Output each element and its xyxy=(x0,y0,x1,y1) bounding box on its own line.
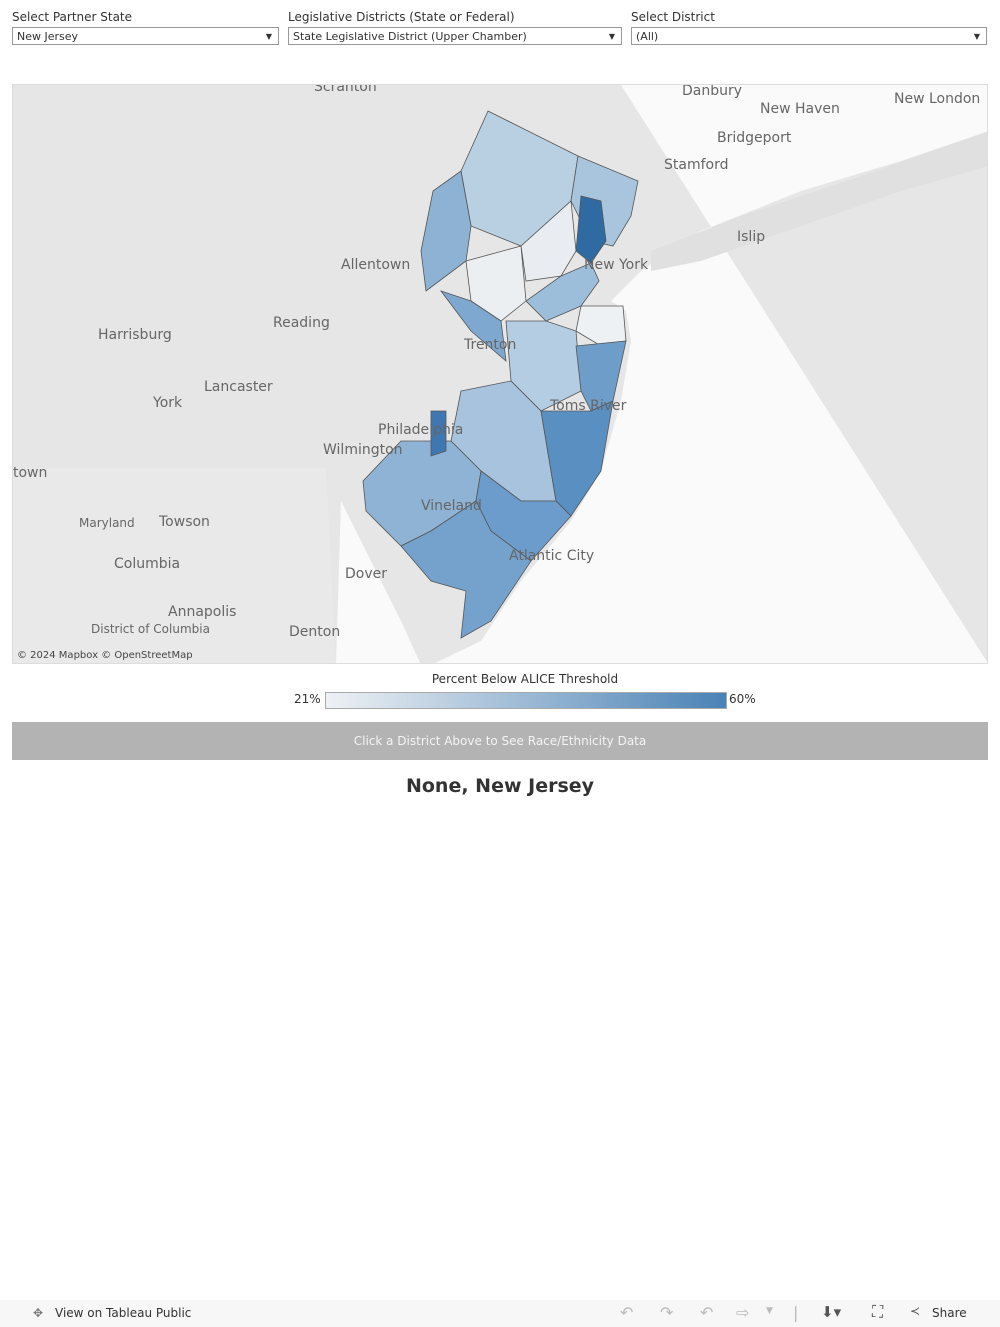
selection-title: None, New Jersey xyxy=(405,775,595,797)
partner-state-dropdown[interactable]: New Jersey ▼ xyxy=(12,27,279,45)
partner-state-filter: Select Partner State New Jersey ▼ xyxy=(12,10,279,45)
tableau-toolbar: ✥ View on Tableau Public ↶ ↷ ↶ ⇨ ▼ | ⬇▾ … xyxy=(0,1300,1000,1327)
dropdown-value: (All) xyxy=(636,30,659,43)
city-label: York xyxy=(153,395,183,411)
city-label: Maryland xyxy=(79,516,135,530)
city-label: District of Columbia xyxy=(91,622,210,636)
city-label: New York xyxy=(584,257,649,273)
city-label: Scranton xyxy=(314,84,377,95)
undo-icon[interactable]: ↶ xyxy=(620,1303,633,1322)
city-label: Vineland xyxy=(421,498,482,514)
city-label: Atlantic City xyxy=(509,548,595,564)
district-map[interactable]: Scranton Danbury New Haven New London Bridge… xyxy=(12,84,988,664)
revert-icon[interactable]: ↶ xyxy=(700,1303,713,1322)
filter-label: Select Partner State xyxy=(12,10,133,24)
map-svg xyxy=(13,85,987,663)
city-label: Columbia xyxy=(114,556,181,572)
city-label: Philadelphia xyxy=(378,422,464,438)
map-attribution[interactable]: © 2024 Mapbox © OpenStreetMap xyxy=(17,650,193,661)
dropdown-value: State Legislative District (Upper Chambe… xyxy=(293,30,527,43)
download-icon[interactable]: ⬇▾ xyxy=(821,1303,841,1321)
city-label: Stamford xyxy=(664,157,729,173)
city-label: Trenton xyxy=(464,337,517,353)
view-on-tableau-link[interactable]: View on Tableau Public xyxy=(55,1306,191,1320)
chevron-down-icon: ▼ xyxy=(608,32,615,41)
legend-color-ramp xyxy=(325,692,727,709)
district-region[interactable] xyxy=(575,305,627,347)
city-label: Harrisburg xyxy=(98,327,172,343)
share-button[interactable]: Share xyxy=(932,1306,967,1320)
filter-label: Legislative Districts (State or Federal) xyxy=(288,10,515,24)
legend-max: 60% xyxy=(729,692,756,706)
legend-min: 21% xyxy=(294,692,321,706)
city-label: Reading xyxy=(273,315,330,331)
city-label: town xyxy=(13,465,48,481)
city-label: Bridgeport xyxy=(717,130,792,146)
city-label: New Haven xyxy=(760,101,840,117)
filter-label: Select District xyxy=(631,10,715,24)
legend-title: Percent Below ALICE Threshold xyxy=(431,672,619,686)
tableau-logo-icon: ✥ xyxy=(33,1306,44,1320)
divider: | xyxy=(793,1303,799,1322)
chevron-down-icon[interactable]: ▼ xyxy=(766,1306,773,1316)
district-type-dropdown[interactable]: State Legislative District (Upper Chambe… xyxy=(288,27,622,45)
city-label: Danbury xyxy=(682,84,743,99)
refresh-icon[interactable]: ⇨ xyxy=(736,1303,749,1322)
district-type-filter: Legislative Districts (State or Federal)… xyxy=(288,10,622,45)
district-dropdown[interactable]: (All) ▼ xyxy=(631,27,987,45)
city-label: Towson xyxy=(159,514,210,530)
city-label: Wilmington xyxy=(323,442,403,458)
district-region[interactable] xyxy=(575,195,607,264)
chevron-down-icon: ▼ xyxy=(973,32,980,41)
chevron-down-icon: ▼ xyxy=(265,32,272,41)
district-region[interactable] xyxy=(420,170,472,292)
city-label: Islip xyxy=(737,229,766,245)
district-filter: Select District (All) ▼ xyxy=(631,10,987,45)
city-label: Lancaster xyxy=(204,379,273,395)
city-label: Annapolis xyxy=(168,604,237,620)
city-label: Dover xyxy=(345,566,387,582)
city-label: New London xyxy=(894,91,981,107)
instruction-banner: Click a District Above to See Race/Ethni… xyxy=(12,722,988,760)
dropdown-value: New Jersey xyxy=(17,30,79,43)
city-label: Allentown xyxy=(341,257,411,273)
city-label: Toms River xyxy=(550,398,627,414)
city-label: Denton xyxy=(289,624,341,640)
fullscreen-icon[interactable]: ⛶ xyxy=(872,1302,883,1322)
share-icon[interactable]: ≺ xyxy=(910,1304,920,1318)
redo-icon[interactable]: ↷ xyxy=(660,1303,673,1322)
